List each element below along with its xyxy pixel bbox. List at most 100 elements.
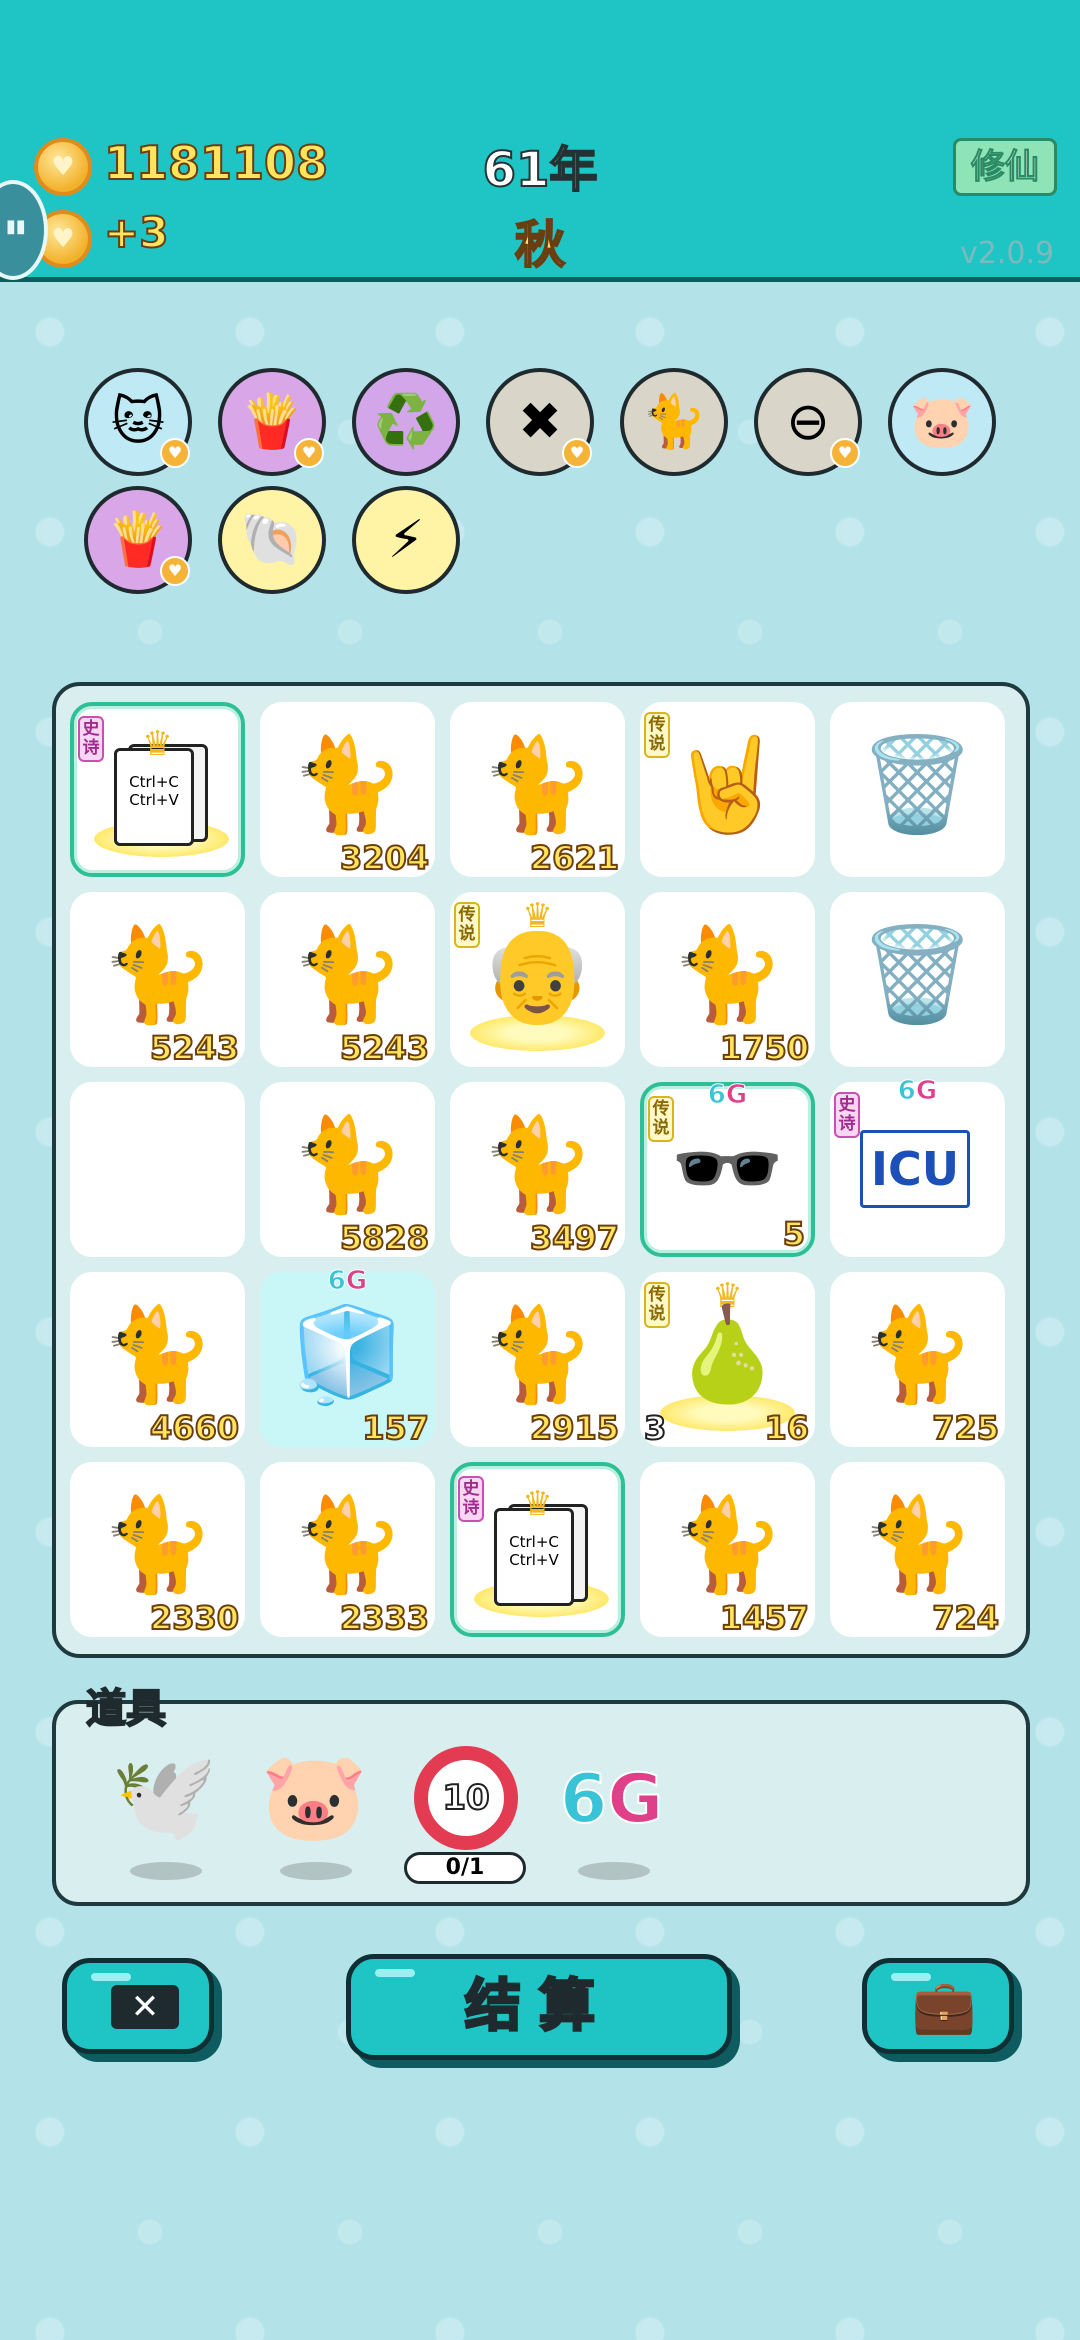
six-g-g: G (915, 1076, 938, 1107)
board-cell-trash-bag[interactable]: 🗑️ (830, 702, 1005, 877)
board-cell-cat[interactable]: 🐈 725 (830, 1272, 1005, 1448)
cat-icon: 🐈 (480, 1301, 595, 1408)
cultivate-button[interactable]: 修仙 (953, 138, 1057, 196)
cell-value: 3497 (529, 1218, 620, 1258)
paste-line: Ctrl+V (129, 791, 179, 809)
cell-counter: 3 (643, 1408, 667, 1448)
cat-icon: 🐈 (860, 1301, 975, 1408)
heart-badge-icon: ♥ (160, 438, 190, 468)
cat-icon: 🐈 (480, 1111, 595, 1218)
cell-value: 16 (763, 1408, 810, 1448)
buff-recycle-icon[interactable]: ♻️ (352, 368, 460, 476)
remove-button[interactable]: ✕ (62, 1958, 214, 2054)
year-label: 61年 (482, 141, 599, 199)
item-shadow (280, 1862, 352, 1880)
buff-twin-cats-icon[interactable]: 🐈 (620, 368, 728, 476)
six-g-six: 6 (327, 1266, 346, 1297)
copy-line: Ctrl+C (509, 1533, 559, 1551)
board-cell-cat[interactable]: 🐈 2330 (70, 1462, 245, 1638)
copy-line: Ctrl+C (129, 773, 179, 791)
cat-icon: 🐈 (100, 921, 215, 1028)
cell-value: 4660 (149, 1408, 240, 1448)
board-cell-copy-paste[interactable]: Ctrl+C Ctrl+V ♛ 史诗 (70, 702, 245, 877)
top-header: 1181108 +3 61年 秋 修仙 v2.0.9 (0, 0, 1080, 282)
buff-fries-icon[interactable]: 🍟 ♥ (218, 368, 326, 476)
board-cell-cat[interactable]: 🐈 1750 (640, 892, 815, 1068)
cat-icon: 🐈 (290, 921, 405, 1028)
cell-value: 2621 (529, 838, 620, 878)
board-cell-cat[interactable]: 🐈 2915 (450, 1272, 625, 1448)
season-label: 秋 (514, 215, 566, 275)
board-cell-cat[interactable]: 🐈 724 (830, 1462, 1005, 1638)
cat-icon: 🐈 (290, 731, 405, 838)
item-shadow (130, 1862, 202, 1880)
buff-fries-icon[interactable]: 🍟 ♥ (84, 486, 192, 594)
board-cell-cat[interactable]: 🐈 5828 (260, 1082, 435, 1258)
paste-line: Ctrl+V (509, 1551, 559, 1569)
cell-value: 725 (931, 1408, 1000, 1448)
cat-icon: 🐈 (100, 1301, 215, 1408)
trash-bag-icon: 🗑️ (860, 731, 975, 838)
ring-item-count: 0/1 (404, 1852, 526, 1884)
cell-value: 724 (931, 1598, 1000, 1638)
game-board: Ctrl+C Ctrl+V ♛ 史诗 🐈 3204 🐈 2621 🤘 传说 🗑️ 🐈 5243 🐈 5243… (52, 682, 1030, 1658)
board-cell-psy[interactable]: 🕶️ 传说 6G 5 (640, 1080, 815, 1257)
inventory-button[interactable]: 💼 (862, 1958, 1014, 2054)
six-g-six: 6 (559, 1759, 608, 1840)
board-cell-icu[interactable]: ICU 史诗 6G (830, 1076, 1005, 1257)
heart-badge-icon: ♥ (562, 438, 592, 468)
six-g-g: G (725, 1080, 748, 1111)
board-cell-cat[interactable]: 🐈 3204 (260, 702, 435, 878)
heart-badge-icon: ♥ (294, 438, 324, 468)
coin-total: 1181108 (103, 135, 329, 191)
board-cell-copy-paste[interactable]: Ctrl+C Ctrl+V ♛ 史诗 (450, 1462, 625, 1637)
buff-delete-tag-icon[interactable]: ✖ ♥ (486, 368, 594, 476)
cat-icon: 🐈 (480, 731, 595, 838)
board-cell-fridge[interactable]: 🧊 6G 157 (260, 1266, 435, 1448)
cell-value: 5243 (339, 1028, 430, 1068)
board-cell-cat[interactable]: 🐈 5243 (260, 892, 435, 1068)
board-cell-cat[interactable]: 🐈 3497 (450, 1082, 625, 1258)
cell-value: 157 (361, 1408, 430, 1448)
fridge-icon: 🧊 (290, 1301, 405, 1408)
six-g-badge: 6G (260, 1266, 435, 1297)
buff-cat-ticket-icon[interactable]: 🐱 ♥ (84, 368, 192, 476)
dove-item-icon[interactable]: 🕊️ (104, 1742, 224, 1862)
cat-icon: 🐈 (670, 1491, 785, 1598)
six-g-item-icon[interactable]: 6G (559, 1759, 664, 1840)
settle-button[interactable]: 结算 (346, 1954, 732, 2060)
delete-tag-icon: ✕ (111, 1985, 179, 2029)
board-cell-trash-bag[interactable]: 🗑️ (830, 892, 1005, 1067)
six-g-six: 6 (897, 1076, 916, 1107)
rarity-tag: 传说 (644, 1282, 670, 1328)
buff-minus-circle-icon[interactable]: ⊖ ♥ (754, 368, 862, 476)
side-drawer-handle[interactable] (0, 180, 48, 280)
cell-value: 5 (782, 1214, 806, 1254)
six-g-badge: 6G (830, 1076, 1005, 1107)
version-label: v2.0.9 (960, 236, 1055, 271)
heart-badge-icon: ♥ (160, 556, 190, 586)
board-cell-cat[interactable]: 🐈 2333 (260, 1462, 435, 1638)
board-cell-bag-crown[interactable]: ♛ 🍐 传说 16 3 (640, 1272, 815, 1448)
cell-value: 2330 (149, 1598, 240, 1638)
rarity-tag: 传说 (454, 902, 480, 948)
board-cell-cat[interactable]: 🐈 1457 (640, 1462, 815, 1638)
cell-value: 3204 (339, 838, 430, 878)
cat-icon: 🐈 (100, 1491, 215, 1598)
board-cell-empty[interactable] (70, 1082, 245, 1257)
buff-piggy-bank-icon[interactable]: 🐷 (888, 368, 996, 476)
buff-shell-icon[interactable]: 🐚 (218, 486, 326, 594)
buff-lightning-icon[interactable]: ⚡ (352, 486, 460, 594)
board-cell-hand[interactable]: 🤘 传说 (640, 702, 815, 877)
heart-badge-icon: ♥ (830, 438, 860, 468)
board-cell-cat[interactable]: 🐈 5243 (70, 892, 245, 1068)
cell-value: 1457 (719, 1598, 810, 1638)
board-cell-cat[interactable]: 🐈 2621 (450, 702, 625, 878)
six-g-g: G (345, 1266, 368, 1297)
piggy-bank-item-icon[interactable]: 🐷 (254, 1742, 374, 1862)
board-cell-cat[interactable]: 🐈 4660 (70, 1272, 245, 1448)
cell-value: 1750 (719, 1028, 810, 1068)
ring-item-icon[interactable]: 10 (414, 1746, 518, 1850)
coin-income: +3 (103, 207, 169, 258)
board-cell-old-man[interactable]: ♛ 👴 传说 (450, 892, 625, 1067)
